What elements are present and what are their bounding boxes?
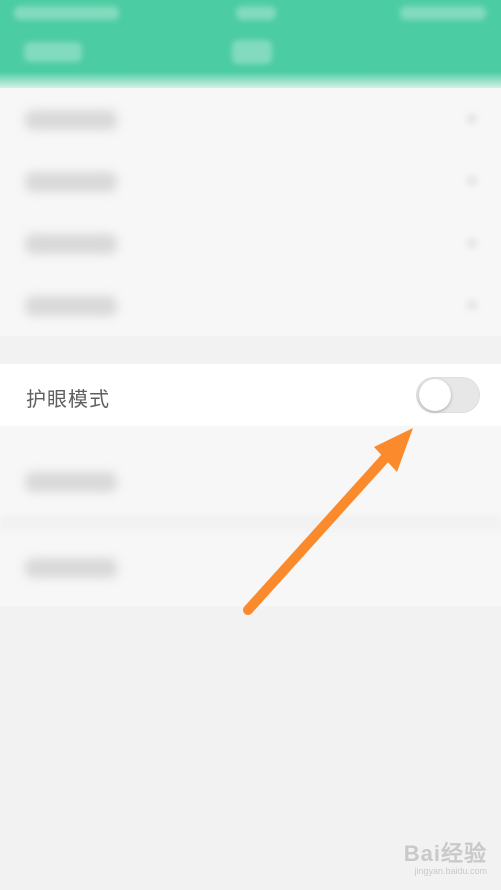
back-button-blurred[interactable] (24, 42, 82, 62)
list-item-label-blurred (25, 110, 117, 130)
watermark-sub: jingyan.baidu.com (414, 866, 487, 876)
eye-care-mode-label: 护眼模式 (26, 387, 110, 411)
list-item[interactable] (0, 88, 501, 150)
list-item-label-blurred (25, 234, 117, 254)
list-item-label-blurred (25, 172, 117, 192)
list-item-label-blurred (25, 472, 117, 492)
section-divider (0, 336, 501, 364)
list-item[interactable] (0, 150, 501, 212)
settings-list-top (0, 88, 501, 336)
list-item[interactable] (0, 274, 501, 336)
toggle-knob (419, 379, 451, 411)
section-divider (0, 516, 501, 530)
chevron-right-icon (467, 238, 477, 248)
app-header (0, 0, 501, 92)
list-item[interactable] (0, 212, 501, 274)
list-item[interactable] (0, 450, 501, 512)
eye-care-mode-toggle[interactable] (416, 377, 480, 413)
list-item[interactable] (0, 536, 501, 598)
chevron-right-icon (467, 300, 477, 310)
eye-care-mode-row[interactable]: 护眼模式 (0, 364, 501, 426)
chevron-right-icon (467, 114, 477, 124)
baidu-jingyan-watermark: Bai经验 jingyan.baidu.com (404, 836, 487, 876)
watermark-main: Bai经验 (403, 841, 487, 866)
status-bar-blurred (400, 6, 486, 20)
chevron-right-icon (467, 176, 477, 186)
list-item-label-blurred (25, 296, 117, 316)
status-bar-blurred (14, 6, 119, 20)
header-title-blurred (232, 40, 272, 64)
status-bar-blurred (236, 6, 276, 20)
list-item-label-blurred (25, 558, 117, 578)
